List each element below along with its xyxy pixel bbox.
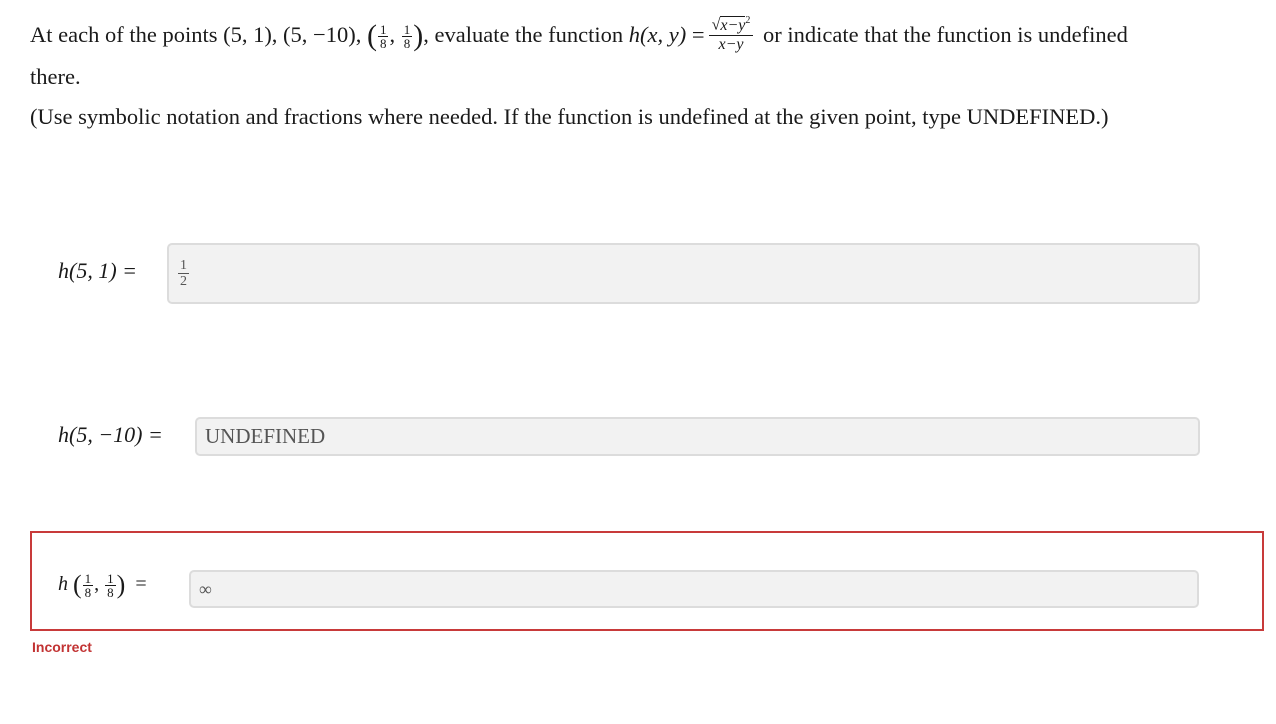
function-formula: √x−y2 x−y (708, 12, 754, 54)
equals-sign: = (135, 573, 147, 595)
prompt-part1: At each of the points (5, 1), (5, −10), (30, 22, 367, 47)
answer-label-1: h(5, 1) = (58, 258, 137, 284)
fraction-denominator: 8 (82, 584, 94, 600)
prompt-part4: there. (30, 63, 81, 89)
fraction-numerator: 1 (107, 570, 114, 586)
paren-close: ) (413, 19, 424, 52)
formula-numerator: √x−y2 (711, 15, 751, 34)
answer-fraction: 12 (178, 258, 189, 289)
answer-value: UNDEFINED (205, 424, 326, 448)
answer-function-name: h (58, 573, 68, 595)
answer-input-1[interactable]: 12 (167, 243, 1200, 304)
fraction-denominator: 2 (178, 273, 189, 289)
answer-label-2: h(5, −10) = (58, 422, 163, 448)
fraction-numerator: 1 (379, 22, 387, 38)
prompt-part3: or indicate that the function is undefin… (757, 22, 1128, 47)
paren-close: ) (116, 570, 126, 599)
arg-x-fraction: 18 (82, 570, 94, 600)
answer-label-text: h(5, −10) = (58, 422, 163, 447)
sqrt-radicand: x−y (720, 15, 746, 34)
paren-open: ( (73, 570, 82, 599)
answer-label-3: h (1 8, 1 8) = (58, 570, 147, 600)
equals-sign: = (691, 22, 705, 47)
point3-y-fraction: 18 (401, 22, 413, 52)
exponent: 2 (745, 15, 751, 27)
answer-input-2[interactable]: UNDEFINED (195, 417, 1200, 456)
fraction-denominator: 8 (105, 584, 116, 600)
answer-input-3[interactable]: ∞ (189, 570, 1199, 608)
instructions-note: (Use symbolic notation and fractions whe… (30, 104, 1109, 129)
fraction-numerator: 1 (180, 258, 187, 273)
arg-y-fraction: 18 (105, 572, 116, 599)
answer-label-text: h(5, 1) = (58, 258, 137, 283)
formula-denominator: x−y (708, 34, 754, 54)
fraction-denominator: 8 (377, 36, 389, 52)
paren-open: ( (366, 19, 377, 52)
function-name: h(x, y) (628, 22, 687, 47)
answer-value: ∞ (199, 578, 212, 599)
incorrect-status: Incorrect (32, 639, 92, 655)
fraction-numerator: 1 (403, 22, 411, 38)
point3-x-fraction: 18 (377, 22, 389, 52)
prompt-part2: , evaluate the function (423, 22, 629, 47)
fraction-numerator: 1 (84, 570, 92, 586)
question-prompt: At each of the points (5, 1), (5, −10), … (30, 15, 1250, 96)
fraction-denominator: 8 (401, 36, 413, 52)
